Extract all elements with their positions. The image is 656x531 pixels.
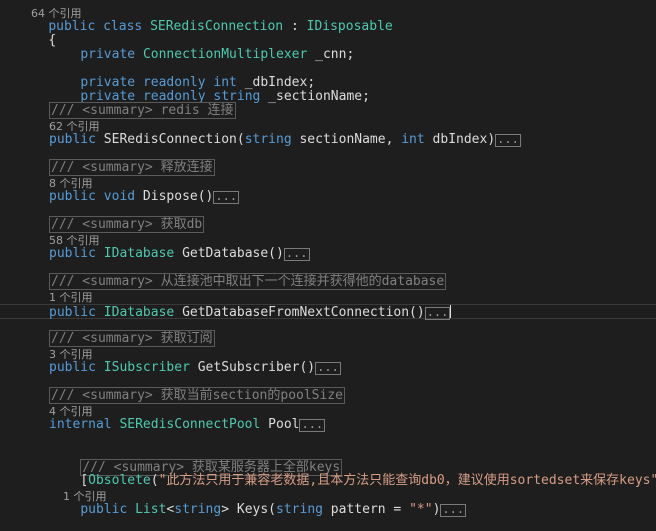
keyword: string [276,502,323,517]
comment-text: 获取db [152,217,203,232]
comment-tag: <summary> [74,274,153,289]
code-text: sectionName, [291,132,402,147]
codelens-references[interactable]: 1 个引用 [0,476,656,503]
param-name: pattern = [322,502,410,517]
method-signature-line[interactable]: public IDatabase GetDatabaseFromNextConn… [0,304,656,320]
keyword: private [80,47,136,62]
comment-prefix: /// [51,388,75,403]
collapsed-region-marker[interactable]: ... [495,133,521,147]
collapsed-region-marker[interactable]: ... [424,306,451,320]
class-declaration-line[interactable]: public class SERedisConnection : IDispos… [0,6,656,34]
code-text: dbIndex) [424,132,496,147]
summary-comment-line[interactable]: /// <summary> redis 连接 [0,102,656,119]
method-signature-line[interactable]: public void Dispose()... [0,190,656,204]
keyword: public [49,305,96,320]
collapsed-comment[interactable]: /// <summary> redis 连接 [49,102,236,119]
method-signature-line[interactable]: public ISubscriber GetSubscriber()... [0,361,656,375]
code-text: Dispose() [135,189,214,204]
comment-text: redis 连接 [152,103,234,118]
summary-comment-line[interactable]: /// <summary> 获取当前section的poolSize [0,387,656,404]
code-text: GetDatabase() [174,246,284,261]
method-signature-line[interactable]: internal SERedisConnectPool Pool... [0,418,656,432]
code-text: GetSubscriber() [189,360,316,375]
summary-comment-line[interactable]: /// <summary> 获取订阅 [0,330,656,347]
collapsed-comment[interactable]: /// <summary> 获取当前section的poolSize [49,387,345,404]
code-text: SERedisConnection( [95,132,245,147]
method-signature-line[interactable]: public IDatabase GetDatabase()... [0,247,656,261]
type-name: IDatabase [103,305,175,320]
field-line-cnn[interactable]: private ConnectionMultiplexer _cnn; [0,34,656,62]
comment-tag: <summary> [74,331,153,346]
collapsed-region-marker[interactable]: ... [299,418,326,432]
keyword: public [49,246,96,261]
summary-comment-line[interactable]: /// <summary> 获取db [0,216,656,233]
type-name: ConnectionMultiplexer [142,47,308,62]
summary-comment-line[interactable]: /// <summary> 释放连接 [0,159,656,176]
comment-text: 从连接池中取出下一个连接并获得他的database [152,274,445,289]
collapsed-comment[interactable]: /// <summary> 从连接池中取出下一个连接并获得他的database [49,273,447,290]
collapsed-region-marker[interactable]: ... [283,247,310,261]
comment-text: 获取当前section的poolSize [152,388,343,403]
comment-prefix: /// [51,103,75,118]
type-name: ISubscriber [103,360,190,375]
comment-prefix: /// [51,217,75,232]
open-brace-line[interactable]: { [0,20,656,48]
codelens-text[interactable]: 1 个引用 [49,291,93,304]
collapsed-comment[interactable]: /// <summary> 释放连接 [49,159,215,176]
summary-comment-line[interactable]: /// <summary> 获取某服务器上全部keys [0,447,656,476]
comment-prefix: /// [51,160,75,175]
collapsed-region-marker[interactable]: ... [440,503,467,517]
generic-open: < [166,502,175,517]
code-text: GetDatabaseFromNextConnection() [174,305,425,320]
method-name: Keys( [229,502,277,517]
field-name: _cnn; [307,47,355,62]
generic-close: > [221,502,230,517]
type-name: List [135,502,167,517]
keyword: void [103,189,136,204]
param-default: "*" [409,502,433,517]
comment-prefix: /// [51,331,75,346]
summary-comment-line[interactable]: /// <summary> 从连接池中取出下一个连接并获得他的database [0,273,656,290]
comment-text: 获取订阅 [152,331,213,346]
type-name: IDatabase [103,246,175,261]
type-name: SERedisConnectPool [119,417,261,432]
comment-text: 释放连接 [152,160,213,175]
keyword: int [401,132,425,147]
paren-close: ) [432,502,441,517]
collapsed-comment[interactable]: /// <summary> 获取db [49,216,205,233]
method-signature-line-keys[interactable]: public List<string> Keys(string pattern … [0,489,656,517]
keyword: string [174,502,222,517]
keyword: public [49,360,96,375]
keyword: string [244,132,292,147]
field-line-dbindex[interactable]: private readonly int _dbIndex; [0,62,656,90]
method-signature-line[interactable]: public SERedisConnection(string sectionN… [0,133,656,147]
comment-tag: <summary> [74,388,153,403]
keyword: internal [49,417,112,432]
comment-prefix: /// [51,274,75,289]
comment-tag: <summary> [74,217,153,232]
collapsed-region-marker[interactable]: ... [315,361,341,375]
text-cursor [450,305,452,318]
field-name: _sectionName; [260,89,370,104]
keyword: public [80,502,128,517]
code-editor[interactable]: 64 个引用 public class SERedisConnection : … [0,0,656,517]
codelens-references[interactable]: 1 个引用 [0,291,656,305]
comment-tag: <summary> [74,160,153,175]
code-text: Pool [260,417,300,432]
keyword: public [49,132,96,147]
comment-tag: <summary> [74,103,153,118]
collapsed-region-marker[interactable]: ... [213,190,240,204]
keyword: public [49,189,96,204]
field-line-sectionname[interactable]: private readonly string _sectionName; [0,76,656,104]
collapsed-comment[interactable]: /// <summary> 获取订阅 [49,330,215,347]
attribute-line[interactable]: [Obsolete("此方法只用于兼容老数据,且本方法只能查询db0，建议使用s… [0,460,656,488]
